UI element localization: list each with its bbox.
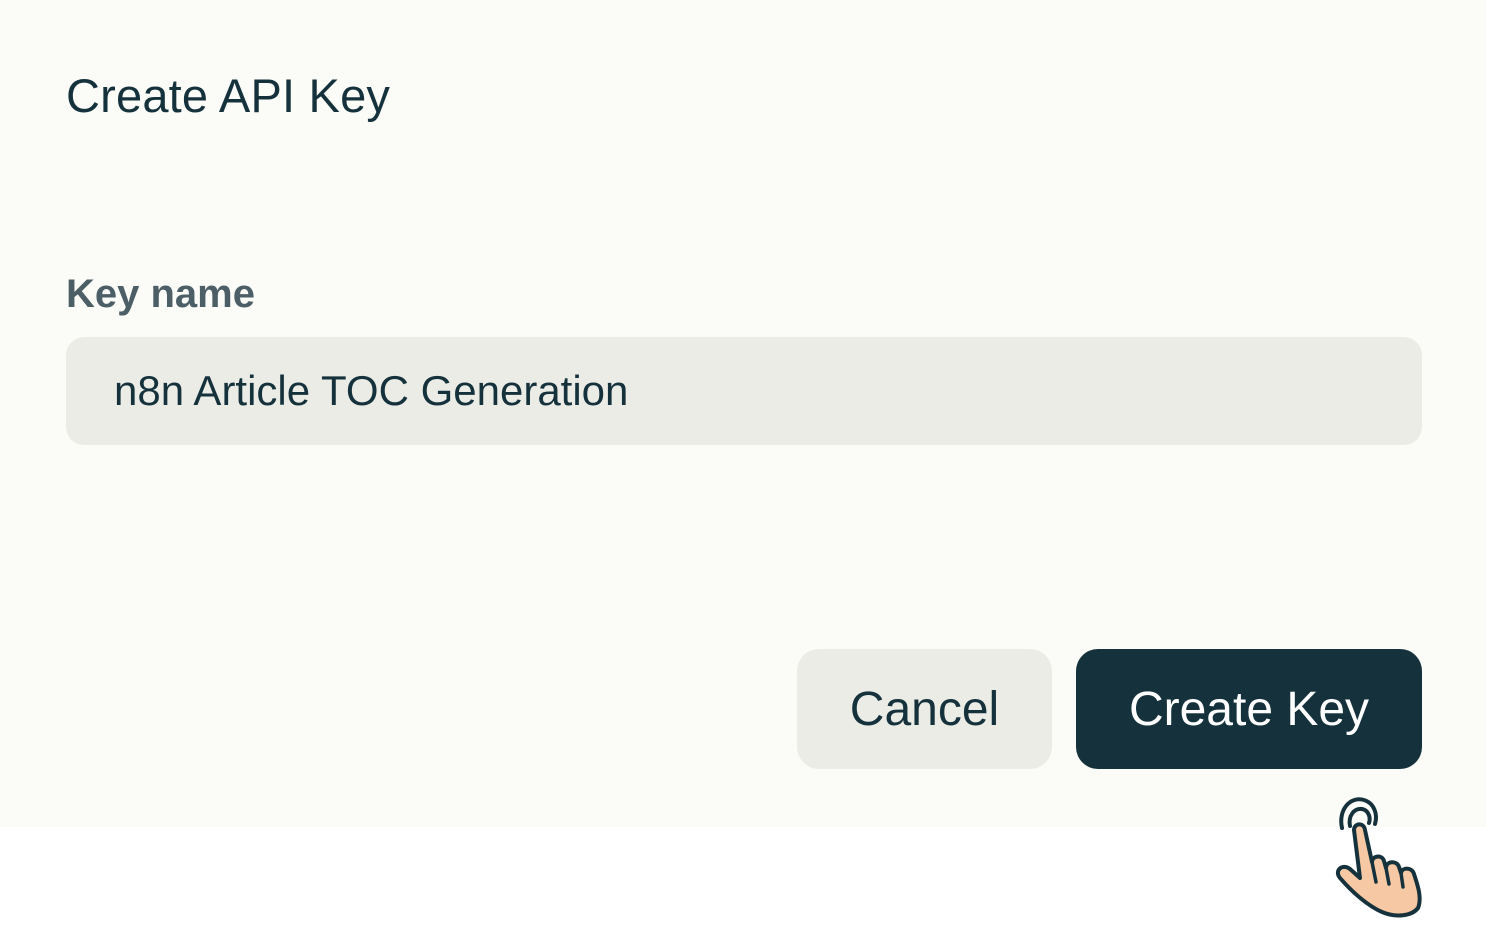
cancel-button[interactable]: Cancel (797, 649, 1052, 769)
key-name-label: Key name (66, 272, 255, 316)
create-api-key-dialog: Create API Key Key name Cancel Create Ke… (0, 0, 1486, 827)
dialog-title: Create API Key (66, 69, 391, 122)
key-name-input[interactable] (66, 337, 1422, 445)
pointer-hand-icon (1335, 797, 1422, 918)
create-key-button[interactable]: Create Key (1076, 649, 1422, 769)
